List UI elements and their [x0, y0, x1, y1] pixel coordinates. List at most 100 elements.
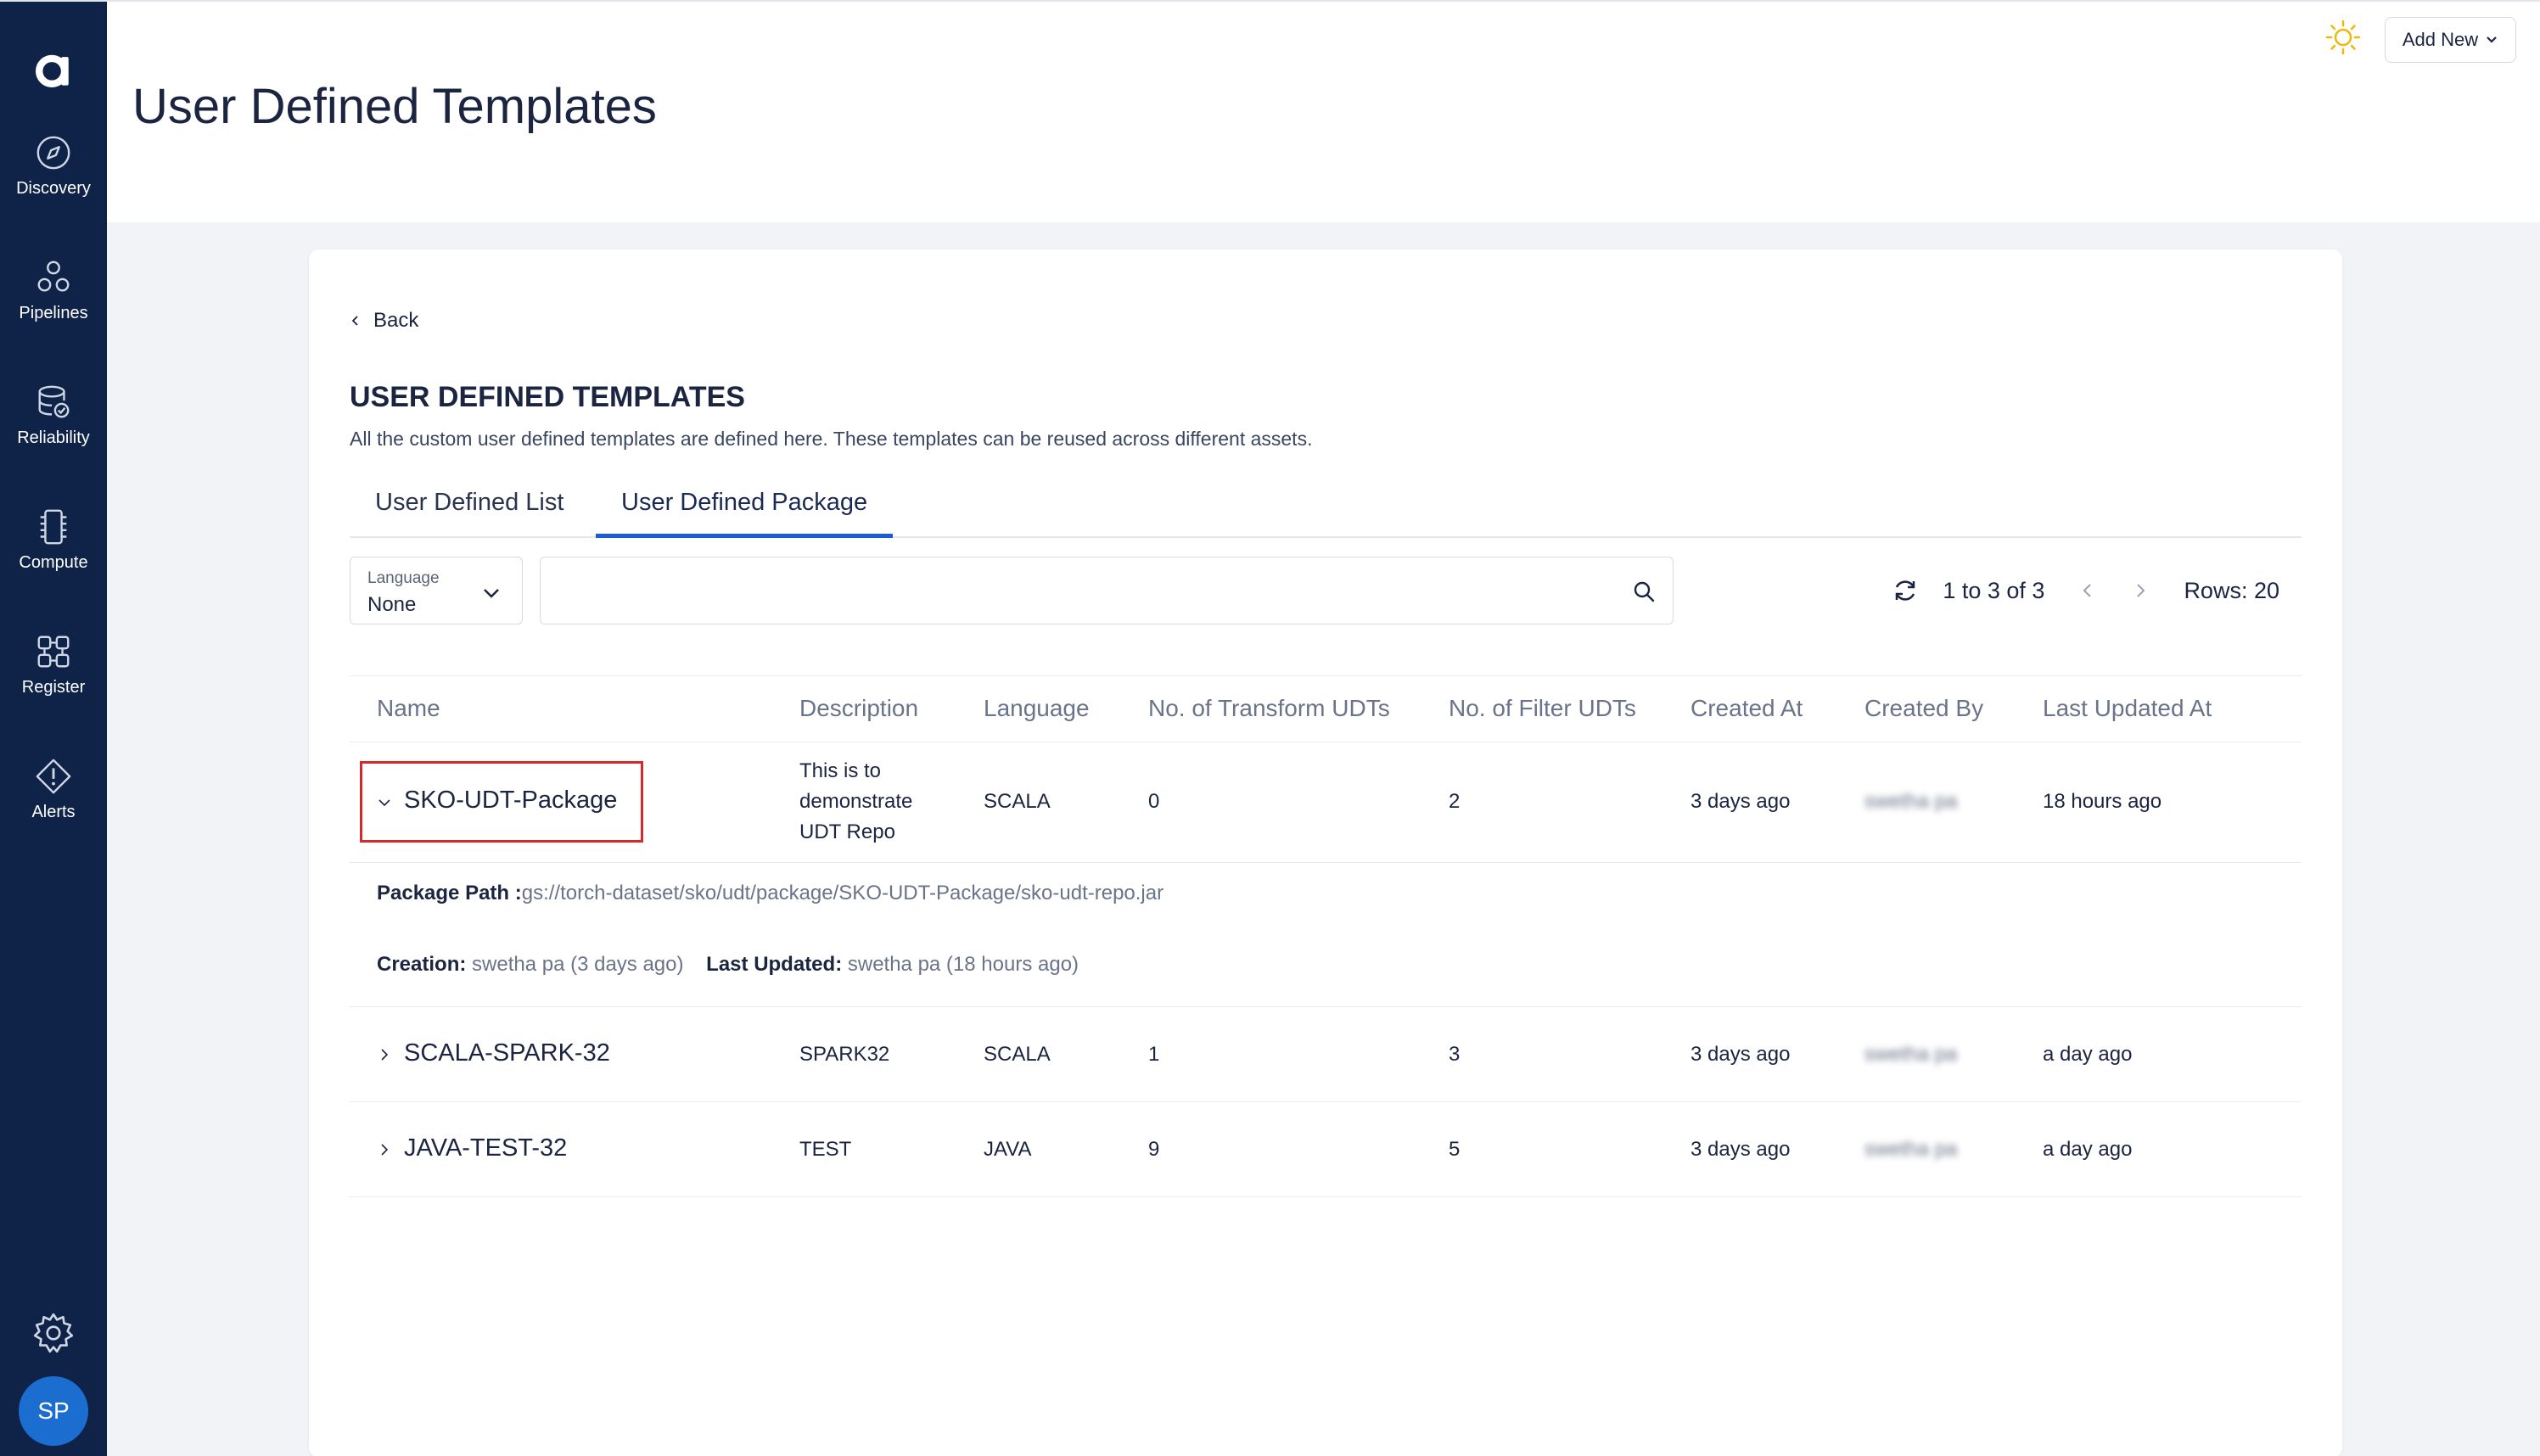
add-new-button[interactable]: Add New: [2385, 17, 2516, 63]
package-description: TEST: [799, 1138, 852, 1161]
column-header-created-at[interactable]: Created At: [1691, 695, 1803, 722]
package-description: This is to demonstrate UDT Repo: [799, 759, 913, 843]
pagination-range: 1 to 3 of 3: [1943, 577, 2045, 603]
tab-user-defined-package[interactable]: User Defined Package: [596, 479, 894, 538]
package-language: SCALA: [984, 790, 1051, 813]
search-input[interactable]: [554, 566, 1606, 615]
chevron-left-icon[interactable]: [2078, 581, 2097, 600]
add-new-label: Add New: [2402, 29, 2479, 50]
table-row[interactable]: SCALA-SPARK-32 SPARK32 SCALA 1 3 3 days …: [350, 1007, 2302, 1102]
last-updated-at: a day ago: [2043, 1043, 2133, 1066]
column-header-created-by[interactable]: Created By: [1864, 695, 1983, 722]
gear-icon[interactable]: [32, 1312, 75, 1354]
table-row[interactable]: SKO-UDT-Package This is to demonstrate U…: [350, 742, 2302, 863]
chevron-right-icon[interactable]: [377, 1142, 392, 1157]
column-header-transform-udts[interactable]: No. of Transform UDTs: [1148, 695, 1390, 722]
last-updated-at: a day ago: [2043, 1138, 2133, 1161]
creation-value: swetha pa (3 days ago): [472, 953, 684, 976]
table-header: Name Description Language No. of Transfo…: [350, 676, 2302, 742]
chevron-right-icon[interactable]: [2131, 581, 2150, 600]
package-language: SCALA: [984, 1043, 1051, 1066]
created-by: swetha pa: [1864, 790, 1958, 813]
language-select-label: Language: [367, 569, 440, 587]
sidebar-item-pipelines[interactable]: Pipelines: [0, 228, 107, 353]
packages-table: Name Description Language No. of Transfo…: [350, 675, 2302, 1197]
filter-udt-count: 3: [1449, 1043, 1461, 1066]
chevron-down-icon: [2487, 36, 2497, 43]
package-path-label: Package Path :: [377, 882, 522, 904]
tab-bar: User Defined List User Defined Package: [350, 479, 2302, 538]
chevron-down-icon[interactable]: [377, 795, 392, 810]
chevron-right-icon[interactable]: [377, 1047, 392, 1062]
column-header-name[interactable]: Name: [377, 695, 440, 722]
package-description: SPARK32: [799, 1043, 890, 1066]
search-icon[interactable]: [1632, 580, 1656, 603]
sidebar-bottom: SP: [0, 1312, 107, 1446]
refresh-icon[interactable]: [1892, 577, 1919, 604]
sidebar-item-label: Alerts: [31, 803, 76, 821]
search-box: [540, 557, 1674, 624]
created-at: 3 days ago: [1691, 790, 1791, 813]
database-check-icon: [38, 385, 70, 418]
package-path-value: gs://torch-dataset/sko/udt/package/SKO-U…: [521, 882, 1164, 904]
column-header-description[interactable]: Description: [799, 695, 918, 722]
sidebar-item-compute[interactable]: Compute: [0, 478, 107, 602]
creation-label: Creation:: [377, 953, 467, 976]
page-title: User Defined Templates: [132, 79, 657, 134]
column-header-last-updated-at[interactable]: Last Updated At: [2043, 695, 2212, 722]
transform-udt-count: 0: [1148, 790, 1160, 813]
sidebar-item-register[interactable]: Register: [0, 602, 107, 727]
compass-icon: [36, 136, 70, 170]
sidebar: Discovery Pipelines Reliability Compute: [0, 2, 107, 1456]
package-language: JAVA: [984, 1138, 1032, 1161]
chevron-left-icon: [351, 316, 358, 326]
last-updated-value: swetha pa (18 hours ago): [847, 953, 1079, 976]
page-header: User Defined Templates Add New: [107, 2, 2540, 222]
sidebar-item-label: Compute: [19, 553, 88, 572]
package-path-line: Package Path :gs://torch-dataset/sko/udt…: [377, 882, 1163, 905]
language-select-value: None: [367, 593, 417, 616]
rows-per-page[interactable]: Rows: 20: [2184, 578, 2279, 604]
back-label: Back: [373, 309, 419, 332]
column-header-language[interactable]: Language: [984, 695, 1090, 722]
chip-icon: [40, 509, 67, 545]
last-updated-at: 18 hours ago: [2043, 790, 2162, 813]
alert-diamond-icon: [36, 759, 71, 794]
pagination: 1 to 3 of 3 Rows: 20: [1892, 567, 2279, 614]
transform-udt-count: 1: [1148, 1043, 1160, 1066]
tab-user-defined-list[interactable]: User Defined List: [350, 479, 589, 538]
sidebar-item-label: Reliability: [17, 428, 90, 447]
filter-udt-count: 5: [1449, 1138, 1461, 1161]
audit-line: Creation: swetha pa (3 days ago) Last Up…: [377, 953, 1079, 977]
created-by: swetha pa: [1864, 1138, 1958, 1161]
sidebar-item-reliability[interactable]: Reliability: [0, 353, 107, 478]
section-title: USER DEFINED TEMPLATES: [350, 381, 745, 413]
logo-icon: [36, 54, 69, 87]
last-updated-label: Last Updated:: [706, 953, 843, 976]
app-logo[interactable]: [28, 44, 79, 95]
section-description: All the custom user defined templates ar…: [350, 428, 1313, 450]
sidebar-item-discovery[interactable]: Discovery: [0, 104, 107, 228]
pipeline-icon: [37, 260, 70, 292]
sidebar-item-label: Register: [21, 678, 86, 697]
sidebar-item-alerts[interactable]: Alerts: [0, 727, 107, 852]
transform-udt-count: 9: [1148, 1138, 1160, 1161]
filter-udt-count: 2: [1449, 790, 1461, 813]
package-name[interactable]: SKO-UDT-Package: [404, 787, 617, 815]
package-name[interactable]: JAVA-TEST-32: [404, 1134, 567, 1162]
sun-icon[interactable]: [2324, 19, 2362, 56]
back-link[interactable]: Back: [350, 309, 418, 333]
register-icon: [37, 636, 70, 668]
column-header-filter-udts[interactable]: No. of Filter UDTs: [1449, 695, 1636, 722]
table-row[interactable]: JAVA-TEST-32 TEST JAVA 9 5 3 days ago sw…: [350, 1102, 2302, 1197]
created-by: swetha pa: [1864, 1043, 1958, 1066]
created-at: 3 days ago: [1691, 1043, 1791, 1066]
avatar[interactable]: SP: [19, 1376, 88, 1446]
package-name[interactable]: SCALA-SPARK-32: [404, 1039, 610, 1067]
package-detail-panel: Package Path :gs://torch-dataset/sko/udt…: [350, 863, 2302, 1007]
language-select[interactable]: Language None: [350, 557, 523, 624]
content-card: Back USER DEFINED TEMPLATES All the cust…: [309, 249, 2342, 1456]
sidebar-item-label: Pipelines: [19, 304, 88, 322]
sidebar-item-label: Discovery: [16, 179, 91, 198]
created-at: 3 days ago: [1691, 1138, 1791, 1161]
